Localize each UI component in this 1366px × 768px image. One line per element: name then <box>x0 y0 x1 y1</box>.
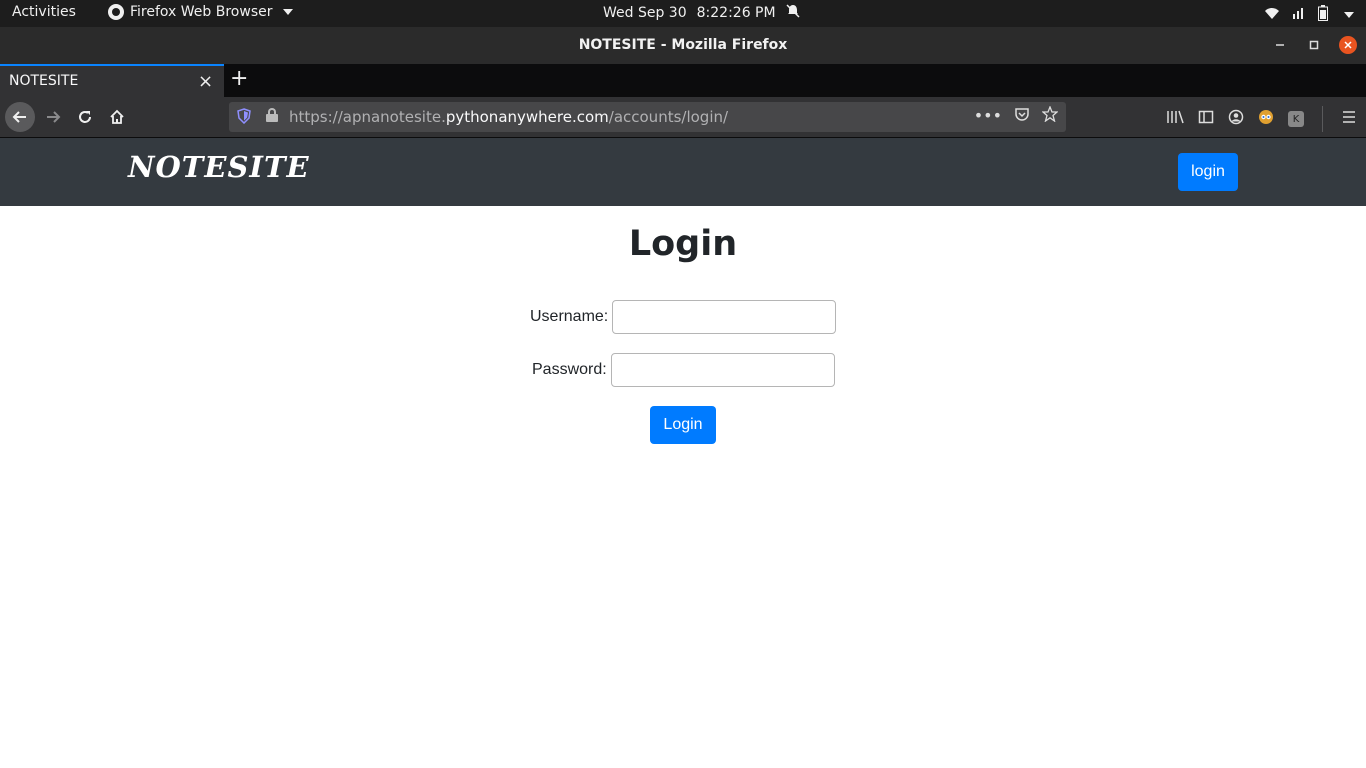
wifi-icon <box>1264 6 1280 24</box>
navbar-login-button[interactable]: login <box>1178 153 1238 191</box>
site-brand[interactable]: NOTESITE <box>128 150 310 184</box>
clock-date: Wed Sep 30 <box>603 5 687 21</box>
page-actions: ••• <box>974 105 1059 126</box>
close-window-button[interactable] <box>1339 36 1357 54</box>
account-icon[interactable] <box>1228 109 1244 129</box>
bookmark-star-icon[interactable] <box>1041 105 1059 126</box>
battery-icon <box>1318 5 1328 25</box>
system-top-bar: Activities Firefox Web Browser Wed Sep 3… <box>0 0 1366 27</box>
tab-notesite[interactable]: NOTESITE × <box>0 64 224 97</box>
tracking-protection-shield-icon[interactable] <box>237 108 251 128</box>
home-button[interactable] <box>102 102 132 132</box>
new-tab-button[interactable]: + <box>230 66 248 91</box>
extension-eyes-icon[interactable] <box>1258 109 1274 129</box>
close-tab-icon[interactable]: × <box>198 71 213 92</box>
hamburger-menu-icon[interactable] <box>1341 109 1357 129</box>
clock-time: 8:22:26 PM <box>696 5 776 21</box>
lock-icon[interactable] <box>266 108 278 122</box>
site-navbar: NOTESITE login <box>0 138 1366 206</box>
sidebar-icon[interactable] <box>1198 109 1214 129</box>
extension-k-icon[interactable]: K <box>1288 111 1304 127</box>
notifications-off-icon <box>786 4 800 22</box>
password-label: Password: <box>532 361 607 378</box>
window-title: NOTESITE - Mozilla Firefox <box>578 37 788 53</box>
window-title-bar: NOTESITE - Mozilla Firefox <box>0 27 1366 64</box>
page-actions-menu-icon[interactable]: ••• <box>974 106 1002 126</box>
app-menu[interactable]: Firefox Web Browser <box>108 4 293 20</box>
app-menu-label: Firefox Web Browser <box>130 4 273 20</box>
password-input[interactable] <box>610 353 835 387</box>
password-row: Password: <box>532 353 835 387</box>
pocket-icon[interactable] <box>1014 106 1030 126</box>
url-text: https://apnanotesite.pythonanywhere.com/… <box>289 108 729 126</box>
navigation-toolbar: https://apnanotesite.pythonanywhere.com/… <box>0 97 1366 138</box>
chevron-down-icon <box>282 9 293 15</box>
signal-icon <box>1292 6 1306 24</box>
tab-strip: NOTESITE × + <box>0 64 1366 97</box>
address-bar[interactable]: https://apnanotesite.pythonanywhere.com/… <box>229 102 1066 132</box>
page-title: Login <box>628 224 738 264</box>
toolbar-buttons: K <box>1166 106 1357 132</box>
system-status-area[interactable] <box>1264 5 1354 25</box>
library-icon[interactable] <box>1166 109 1184 129</box>
activities-button[interactable]: Activities <box>12 4 76 20</box>
login-submit-button[interactable]: Login <box>650 406 716 444</box>
tab-label: NOTESITE <box>9 73 79 89</box>
firefox-icon <box>108 4 124 20</box>
maximize-button[interactable] <box>1305 36 1323 54</box>
reload-button[interactable] <box>70 102 100 132</box>
username-label: Username: <box>530 308 609 325</box>
back-button[interactable] <box>5 102 35 132</box>
chevron-down-icon <box>1344 12 1354 18</box>
username-row: Username: <box>530 300 837 334</box>
forward-button[interactable] <box>38 102 68 132</box>
clock[interactable]: Wed Sep 30 8:22:26 PM <box>603 4 800 22</box>
username-input[interactable] <box>612 300 837 334</box>
toolbar-separator <box>1322 106 1323 132</box>
minimize-button[interactable] <box>1271 36 1289 54</box>
